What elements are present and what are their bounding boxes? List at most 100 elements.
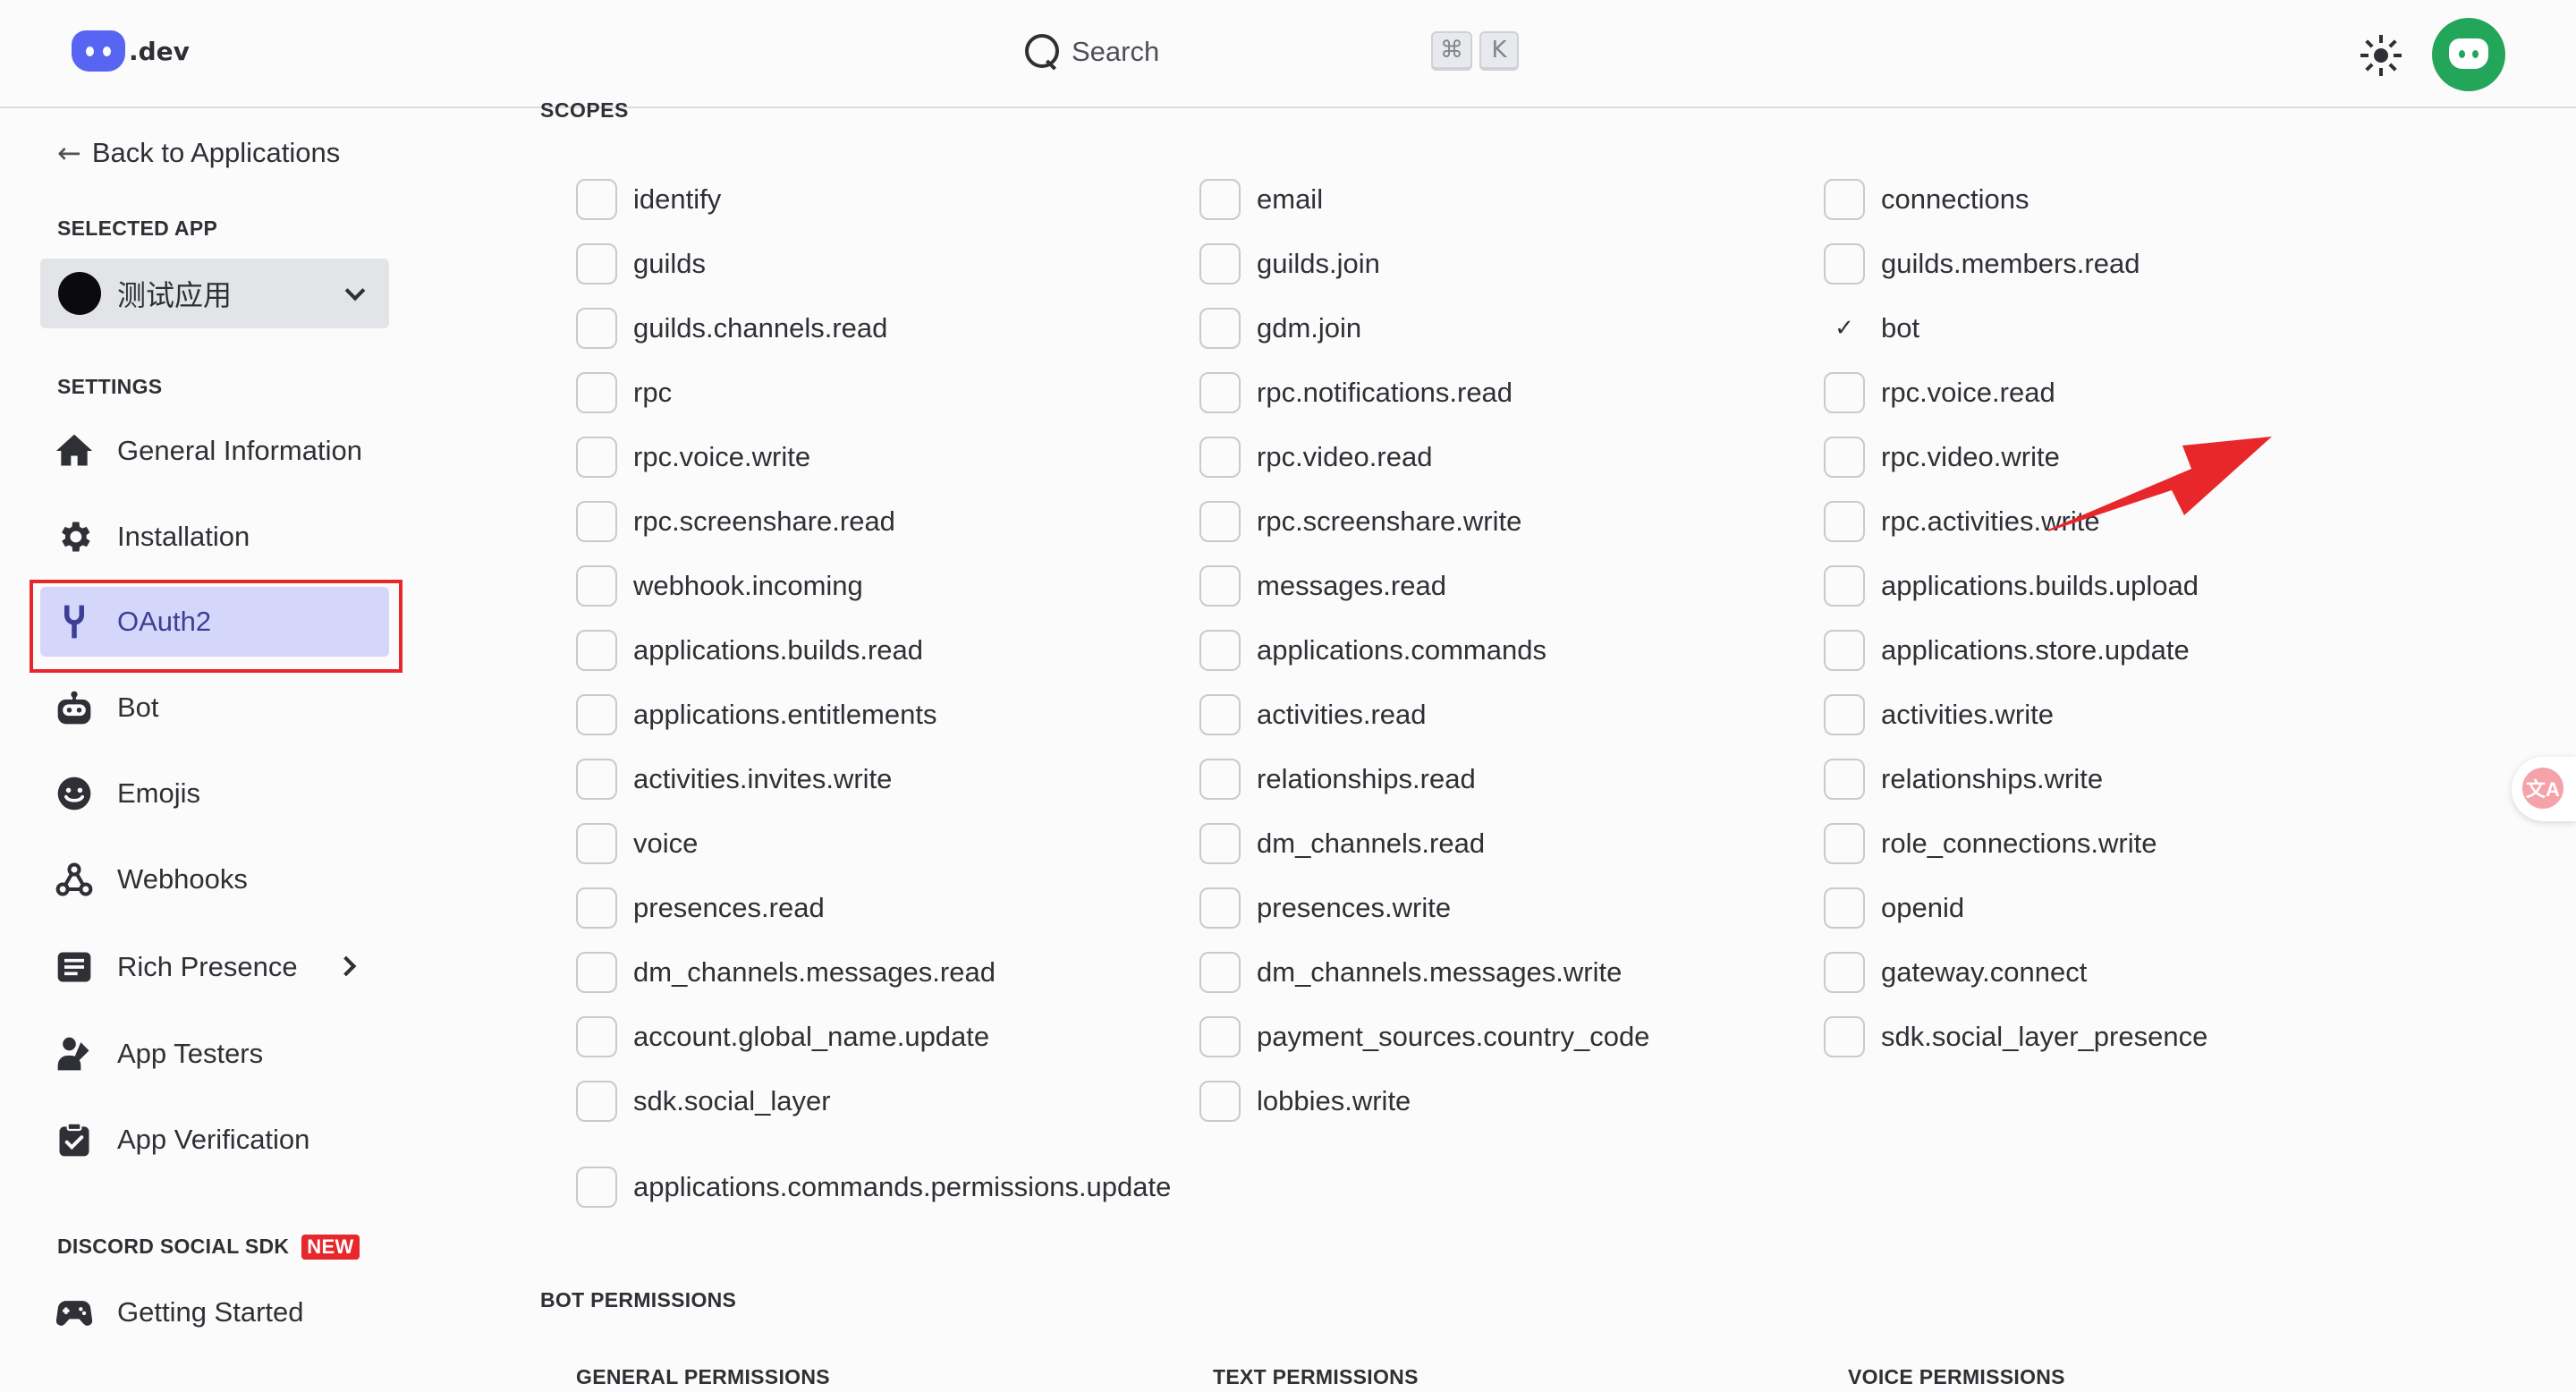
scope-option[interactable]: rpc.screenshare.read — [576, 501, 895, 542]
scope-checkbox[interactable] — [576, 179, 617, 220]
scope-option[interactable]: rpc.voice.read — [1824, 372, 2055, 413]
scope-checkbox[interactable] — [576, 694, 617, 735]
scope-checkbox[interactable] — [576, 887, 617, 929]
scope-checkbox[interactable] — [1199, 372, 1241, 413]
scope-option[interactable]: sdk.social_layer_presence — [1824, 1016, 2207, 1057]
scope-option[interactable]: guilds.members.read — [1824, 243, 2140, 284]
discord-dev-logo[interactable]: .dev — [72, 30, 190, 72]
scope-option[interactable]: rpc.notifications.read — [1199, 372, 1513, 413]
scope-checkbox[interactable] — [1824, 887, 1865, 929]
scope-checkbox[interactable]: ✓ — [1824, 308, 1865, 349]
theme-toggle-button[interactable] — [2360, 34, 2402, 77]
scope-checkbox[interactable] — [1199, 1016, 1241, 1057]
scope-checkbox[interactable] — [576, 308, 617, 349]
scope-option[interactable]: voice — [576, 823, 698, 864]
sidebar-item-rich-presence[interactable]: Rich Presence — [40, 932, 389, 1002]
scope-option[interactable]: sdk.social_layer — [576, 1081, 831, 1122]
scope-option[interactable]: dm_channels.messages.write — [1199, 952, 1622, 993]
scope-checkbox[interactable] — [576, 243, 617, 284]
scope-option[interactable]: applications.builds.read — [576, 630, 923, 671]
scope-checkbox[interactable] — [1824, 952, 1865, 993]
scope-option[interactable]: identify — [576, 179, 721, 220]
back-to-applications-link[interactable]: ← Back to Applications — [57, 136, 340, 170]
scope-checkbox[interactable] — [1824, 243, 1865, 284]
user-avatar[interactable] — [2432, 18, 2505, 91]
scope-option[interactable]: rpc.video.read — [1199, 437, 1432, 478]
scope-option[interactable]: rpc.activities.write — [1824, 501, 2100, 542]
sidebar-item-app-testers[interactable]: App Testers — [40, 1019, 389, 1089]
scope-checkbox[interactable] — [1199, 630, 1241, 671]
scope-option[interactable]: messages.read — [1199, 565, 1446, 607]
scope-option[interactable]: rpc.video.write — [1824, 437, 2060, 478]
scope-checkbox[interactable] — [1199, 179, 1241, 220]
sidebar-item-app-verification[interactable]: App Verification — [40, 1105, 389, 1175]
scope-option[interactable]: ✓ bot — [1824, 308, 1919, 349]
scope-option[interactable]: guilds — [576, 243, 706, 284]
scope-checkbox[interactable] — [1199, 823, 1241, 864]
scope-option[interactable]: dm_channels.read — [1199, 823, 1485, 864]
scope-option[interactable]: applications.entitlements — [576, 694, 936, 735]
scope-checkbox[interactable] — [576, 823, 617, 864]
scope-option[interactable]: guilds.join — [1199, 243, 1380, 284]
scope-option[interactable]: presences.write — [1199, 887, 1451, 929]
scope-checkbox[interactable] — [1199, 952, 1241, 993]
scope-option[interactable]: applications.commands.permissions.update — [576, 1167, 1171, 1208]
scope-checkbox[interactable] — [576, 952, 617, 993]
scope-option[interactable]: applications.commands — [1199, 630, 1546, 671]
scope-checkbox[interactable] — [576, 1167, 617, 1208]
scope-checkbox[interactable] — [576, 1016, 617, 1057]
sidebar-item-installation[interactable]: Installation — [40, 502, 389, 572]
scope-checkbox[interactable] — [576, 501, 617, 542]
scope-checkbox[interactable] — [1824, 1016, 1865, 1057]
scope-option[interactable]: account.global_name.update — [576, 1016, 989, 1057]
scope-option[interactable]: activities.write — [1824, 694, 2054, 735]
scope-checkbox[interactable] — [1824, 694, 1865, 735]
scope-checkbox[interactable] — [1199, 565, 1241, 607]
scope-checkbox[interactable] — [1824, 823, 1865, 864]
scope-checkbox[interactable] — [576, 565, 617, 607]
scope-checkbox[interactable] — [576, 437, 617, 478]
scope-option[interactable]: rpc.screenshare.write — [1199, 501, 1521, 542]
sidebar-item-oauth2[interactable]: OAuth2 — [40, 587, 389, 657]
scope-checkbox[interactable] — [1824, 372, 1865, 413]
scope-checkbox[interactable] — [1824, 759, 1865, 800]
scope-option[interactable]: relationships.read — [1199, 759, 1476, 800]
scope-option[interactable]: payment_sources.country_code — [1199, 1016, 1649, 1057]
scope-option[interactable]: activities.read — [1199, 694, 1427, 735]
scope-checkbox[interactable] — [1824, 501, 1865, 542]
scope-checkbox[interactable] — [1199, 308, 1241, 349]
translate-button[interactable]: 文A — [2512, 757, 2576, 821]
sidebar-item-bot[interactable]: Bot — [40, 673, 389, 743]
sidebar-item-emojis[interactable]: Emojis — [40, 759, 389, 828]
search-button[interactable]: Search — [1023, 32, 1159, 72]
scope-option[interactable]: presences.read — [576, 887, 825, 929]
scope-checkbox[interactable] — [1199, 759, 1241, 800]
scope-option[interactable]: role_connections.write — [1824, 823, 2157, 864]
scope-checkbox[interactable] — [576, 630, 617, 671]
scope-option[interactable]: activities.invites.write — [576, 759, 892, 800]
scope-option[interactable]: connections — [1824, 179, 2029, 220]
scope-checkbox[interactable] — [1199, 501, 1241, 542]
scope-option[interactable]: gateway.connect — [1824, 952, 2087, 993]
scope-checkbox[interactable] — [576, 1081, 617, 1122]
scope-checkbox[interactable] — [1824, 565, 1865, 607]
scope-option[interactable]: dm_channels.messages.read — [576, 952, 996, 993]
scope-checkbox[interactable] — [1199, 243, 1241, 284]
scope-checkbox[interactable] — [576, 759, 617, 800]
scope-checkbox[interactable] — [576, 372, 617, 413]
scope-option[interactable]: applications.builds.upload — [1824, 565, 2199, 607]
scope-option[interactable]: email — [1199, 179, 1323, 220]
scope-checkbox[interactable] — [1199, 1081, 1241, 1122]
sidebar-item-webhooks[interactable]: Webhooks — [40, 845, 389, 914]
scope-checkbox[interactable] — [1824, 179, 1865, 220]
scope-option[interactable]: relationships.write — [1824, 759, 2103, 800]
scope-option[interactable]: guilds.channels.read — [576, 308, 887, 349]
scope-option[interactable]: applications.store.update — [1824, 630, 2190, 671]
scope-option[interactable]: rpc.voice.write — [576, 437, 810, 478]
scope-option[interactable]: webhook.incoming — [576, 565, 863, 607]
scope-checkbox[interactable] — [1199, 887, 1241, 929]
scope-option[interactable]: openid — [1824, 887, 1964, 929]
scope-checkbox[interactable] — [1199, 694, 1241, 735]
sidebar-item-general-information[interactable]: General Information — [40, 416, 389, 486]
scope-checkbox[interactable] — [1824, 630, 1865, 671]
